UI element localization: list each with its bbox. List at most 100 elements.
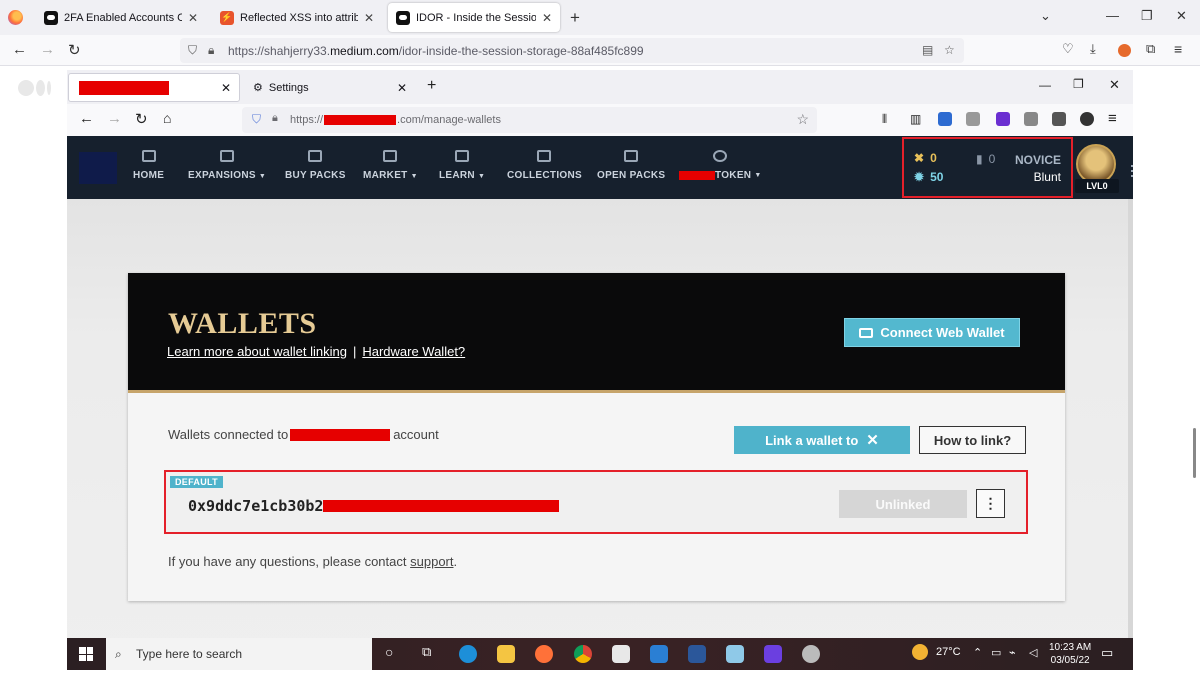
library-icon[interactable]: ⫴ — [882, 112, 887, 127]
chrome-icon[interactable] — [574, 645, 592, 663]
page-title: WALLETS — [168, 307, 317, 340]
nav-learn[interactable]: LEARN ▼ — [439, 150, 485, 181]
file-explorer-icon[interactable] — [497, 645, 515, 663]
weather-icon[interactable] — [912, 644, 928, 660]
more-options-icon[interactable]: ⋮ — [976, 489, 1005, 518]
inner-url-bar[interactable]: ⛉ 🔒︎ https:// .com/manage-wallets ☆ — [242, 107, 817, 133]
taskbar-search-input[interactable]: ⌕ Type here to search — [106, 638, 372, 670]
hardware-wallet-link[interactable]: Hardware Wallet? — [362, 344, 465, 359]
cortana-icon[interactable]: ○ — [385, 644, 393, 660]
extension-icon[interactable] — [1024, 112, 1038, 126]
hamburger-menu-icon[interactable] — [1131, 165, 1133, 177]
lock-icon[interactable]: 🔒︎ — [272, 112, 278, 125]
restore-icon[interactable]: ❐ — [1073, 77, 1084, 91]
volume-icon[interactable]: ◁ — [1029, 646, 1037, 659]
how-to-link-button[interactable]: How to link? — [919, 426, 1026, 454]
site-header: HOME EXPANSIONS ▼ BUY PACKS MARKET ▼ LEARN… — [67, 136, 1133, 199]
battery-icon[interactable]: ▭ — [991, 646, 1001, 659]
extension-new-icon[interactable] — [938, 112, 952, 126]
inner-tab-1[interactable]: ✕ — [68, 73, 240, 102]
close-window-icon[interactable]: ✕ — [1176, 8, 1187, 24]
edge-icon[interactable] — [459, 645, 477, 663]
bookmark-star-icon[interactable]: ☆ — [796, 111, 809, 128]
extension-icon[interactable] — [1118, 44, 1131, 57]
restore-icon[interactable]: ❐ — [1141, 8, 1153, 24]
site-logo[interactable] — [79, 152, 117, 184]
lock-icon[interactable]: 🔒︎ — [208, 43, 214, 58]
avatar[interactable] — [1076, 144, 1116, 184]
inner-tab-strip: ✕ ⚙ Settings ✕ + — ❐ ✕ — [67, 70, 1133, 104]
nav-collections[interactable]: COLLECTIONS — [507, 150, 582, 181]
stat-a-value: 0 — [930, 151, 937, 165]
close-tab-icon[interactable]: ✕ — [397, 81, 407, 95]
word-icon[interactable] — [688, 645, 706, 663]
reload-icon[interactable]: ↻ — [68, 41, 81, 59]
minimize-icon[interactable]: — — [1039, 78, 1051, 92]
username[interactable]: Blunt — [1034, 170, 1061, 184]
learn-wallet-linking-link[interactable]: Learn more about wallet linking — [167, 344, 347, 359]
outer-page-scrollbar[interactable] — [1193, 428, 1196, 478]
notifications-icon[interactable]: ▭ — [1101, 645, 1113, 661]
nav-expansions[interactable]: EXPANSIONS ▼ — [188, 150, 266, 181]
forward-icon[interactable]: → — [107, 110, 122, 127]
close-window-icon[interactable]: ✕ — [1109, 77, 1120, 93]
new-tab-icon[interactable]: + — [427, 77, 436, 95]
close-tab-icon[interactable]: ✕ — [188, 11, 198, 25]
app-menu-icon[interactable]: ≡ — [1174, 41, 1182, 57]
shield-icon[interactable]: ⛉ — [188, 43, 197, 58]
app-menu-icon[interactable]: ≡ — [1108, 110, 1117, 127]
nav-label: EXPANSIONS — [188, 170, 256, 181]
extension-icon[interactable] — [966, 112, 980, 126]
chevron-up-icon[interactable]: ⌃ — [973, 646, 982, 659]
firefox-icon[interactable] — [535, 645, 553, 663]
reader-view-icon[interactable]: ▤ — [922, 43, 933, 57]
sidebar-icon[interactable]: ▥ — [910, 112, 921, 126]
mail-icon[interactable] — [650, 645, 668, 663]
reload-icon[interactable]: ↻ — [135, 110, 148, 128]
forward-icon[interactable]: → — [40, 41, 55, 58]
list-tabs-icon[interactable]: ⌄ — [1040, 8, 1051, 24]
close-tab-icon[interactable]: ✕ — [221, 81, 231, 95]
nav-open-packs[interactable]: OPEN PACKS — [597, 150, 665, 181]
minimize-icon[interactable]: — — [1106, 8, 1119, 23]
network-icon[interactable]: ⌁ — [1009, 646, 1016, 659]
new-tab-icon[interactable]: + — [570, 8, 580, 28]
nav-token[interactable]: TOKEN ▼ — [679, 150, 762, 181]
unlinked-button[interactable]: Unlinked — [839, 490, 967, 518]
nav-buy-packs[interactable]: BUY PACKS — [285, 150, 346, 181]
close-tab-icon[interactable]: ✕ — [542, 11, 552, 25]
inner-tab-settings[interactable]: ⚙ Settings ✕ — [243, 73, 415, 102]
downloads-icon[interactable]: ⤓ — [1090, 41, 1096, 57]
system-clock[interactable]: 10:23 AM 03/05/22 — [1049, 641, 1091, 667]
task-view-icon[interactable]: ⧉ — [422, 644, 431, 660]
nav-home[interactable]: HOME — [133, 150, 164, 181]
extension-icon[interactable] — [1080, 112, 1094, 126]
extensions-puzzle-icon[interactable]: ⧉ — [1146, 41, 1155, 57]
questions-suffix: . — [453, 554, 458, 569]
support-link[interactable]: support — [410, 554, 453, 569]
nav-market[interactable]: MARKET ▼ — [363, 150, 418, 181]
bookmark-star-icon[interactable]: ☆ — [944, 43, 955, 57]
outer-tab-3[interactable]: IDOR - Inside the Session Stora ✕ — [388, 3, 560, 32]
connect-web-wallet-button[interactable]: Connect Web Wallet — [844, 318, 1020, 347]
outer-tab-2[interactable]: ⚡ Reflected XSS into attribute wit ✕ — [212, 3, 382, 32]
shield-icon[interactable]: ⛉ — [252, 112, 261, 127]
temperature[interactable]: 27°C — [936, 646, 961, 658]
home-icon[interactable]: ⌂ — [163, 110, 171, 126]
redacted-address — [323, 500, 560, 512]
back-icon[interactable]: ← — [79, 110, 94, 127]
paint-icon[interactable] — [802, 645, 820, 663]
page-scrollbar[interactable] — [1128, 199, 1133, 669]
windows-start-icon[interactable] — [79, 647, 93, 661]
back-icon[interactable]: ← — [12, 41, 27, 58]
link-wallet-button[interactable]: Link a wallet to ✕ — [734, 426, 910, 454]
notepad-icon[interactable] — [612, 645, 630, 663]
extension-icon[interactable] — [1052, 112, 1066, 126]
app-icon[interactable] — [764, 645, 782, 663]
outer-url-bar[interactable]: ⛉ 🔒︎ https://shahjerry33. medium.com/idor… — [180, 38, 964, 63]
app-icon[interactable] — [726, 645, 744, 663]
extension-icon[interactable] — [996, 112, 1010, 126]
close-tab-icon[interactable]: ✕ — [364, 11, 374, 25]
pocket-icon[interactable]: ♡ — [1062, 41, 1074, 57]
outer-tab-1[interactable]: 2FA Enabled Accounts Can Bypa ✕ — [36, 3, 206, 32]
